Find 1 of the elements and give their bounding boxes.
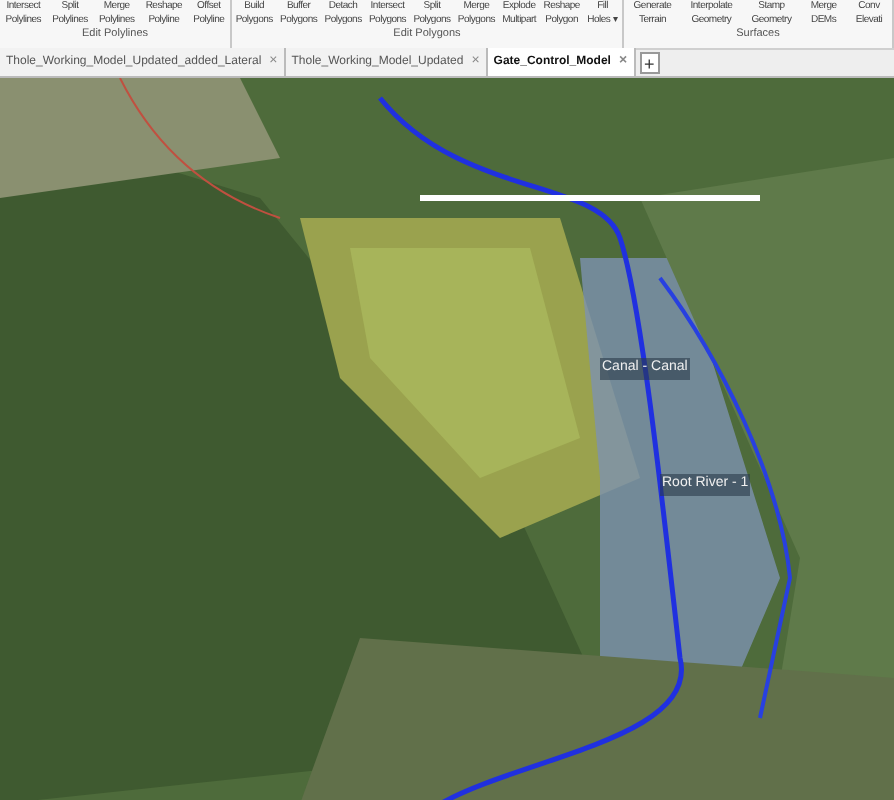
add-tab-button[interactable]: + <box>639 52 660 74</box>
